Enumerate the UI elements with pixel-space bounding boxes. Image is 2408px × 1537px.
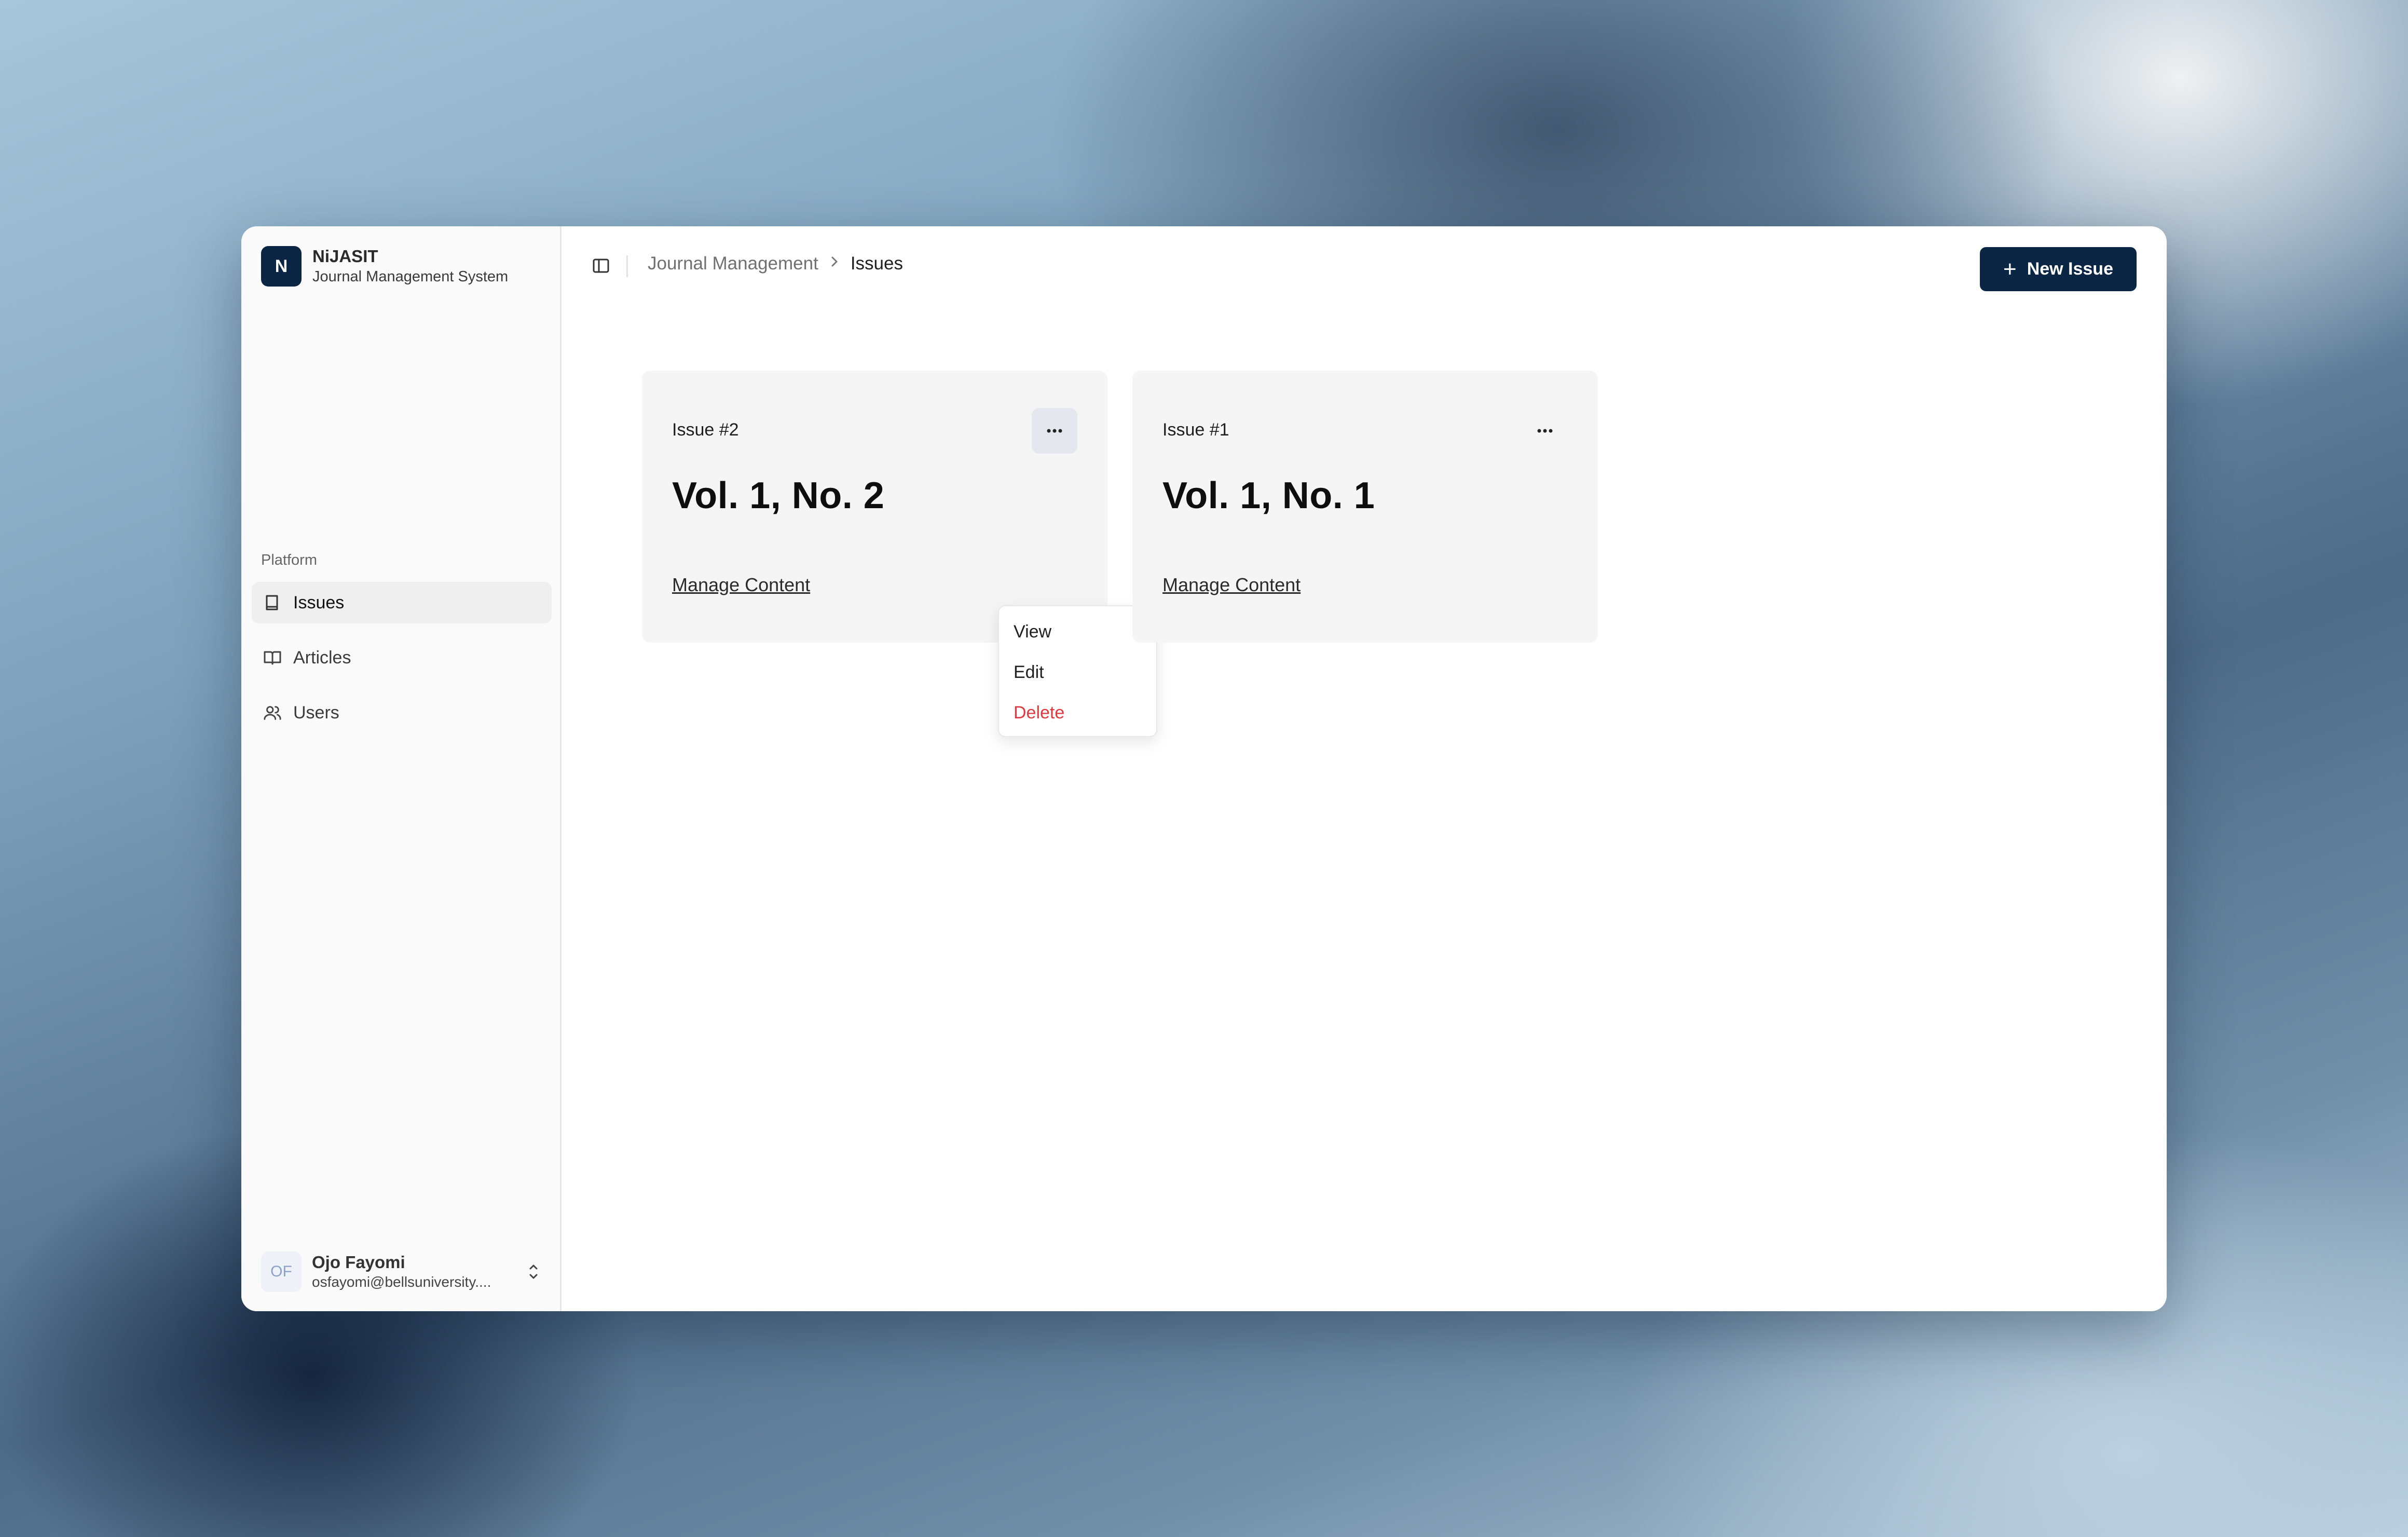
more-horizontal-icon (1047, 426, 1062, 436)
brand-subtitle: Journal Management System (312, 268, 509, 285)
chevrons-up-down-icon[interactable] (523, 1259, 544, 1285)
brand[interactable]: N NiJASIT Journal Management System (261, 246, 508, 287)
avatar: OF (261, 1252, 302, 1292)
issue-card: Issue #1 Vol. 1, No. 1 Manage Content (1132, 371, 1598, 643)
manage-content-link[interactable]: Manage Content (1162, 574, 1301, 596)
breadcrumb-journal-management[interactable]: Journal Management (648, 253, 818, 274)
top-bar: Journal Management Issues + New Issue (562, 226, 2167, 309)
issue-title: Vol. 1, No. 2 (672, 475, 885, 516)
issue-card: Issue #2 Vol. 1, No. 2 Manage Content Vi… (642, 371, 1157, 737)
sidebar-nav: Issues Articles Users (252, 582, 552, 747)
more-horizontal-icon (1537, 426, 1553, 436)
divider (626, 255, 628, 277)
user-name: Ojo Fayomi (312, 1253, 405, 1272)
app-window: N NiJASIT Journal Management System Plat… (241, 226, 2167, 1311)
user-email: osfayomi@bellsuniversity.... (312, 1274, 491, 1290)
user-menu[interactable]: OF Ojo Fayomi osfayomi@bellsuniversity..… (261, 1248, 544, 1296)
more-options-button[interactable] (1522, 408, 1568, 454)
breadcrumb-issues: Issues (850, 253, 903, 274)
book-open-icon (263, 648, 282, 667)
issue-title: Vol. 1, No. 1 (1162, 475, 1375, 516)
sidebar-item-label: Issues (293, 592, 345, 613)
chevron-right-icon (830, 255, 839, 273)
sidebar-section-label: Platform (261, 552, 317, 568)
plus-icon: + (2003, 256, 2017, 282)
brand-logo: N (261, 246, 302, 287)
menu-item-delete[interactable]: Delete (999, 692, 1156, 733)
sidebar-item-articles[interactable]: Articles (252, 637, 552, 678)
manage-content-link[interactable]: Manage Content (672, 574, 810, 596)
sidebar-toggle-icon[interactable] (591, 255, 611, 276)
sidebar-item-users[interactable]: Users (252, 692, 552, 733)
issue-number: Issue #2 (672, 420, 739, 440)
sidebar: N NiJASIT Journal Management System Plat… (241, 226, 562, 1311)
book-icon (263, 593, 282, 612)
new-issue-label: New Issue (2027, 259, 2113, 279)
new-issue-button[interactable]: + New Issue (1980, 247, 2137, 291)
main-content: Journal Management Issues + New Issue Is… (562, 226, 2167, 1311)
more-options-button[interactable] (1032, 408, 1077, 454)
sidebar-item-issues[interactable]: Issues (252, 582, 552, 623)
brand-name: NiJASIT (312, 247, 378, 266)
sidebar-item-label: Users (293, 702, 339, 723)
issue-number: Issue #1 (1162, 420, 1229, 440)
sidebar-item-label: Articles (293, 647, 351, 668)
users-icon (263, 703, 282, 722)
menu-item-edit[interactable]: Edit (999, 652, 1156, 692)
breadcrumb: Journal Management Issues (648, 253, 903, 274)
